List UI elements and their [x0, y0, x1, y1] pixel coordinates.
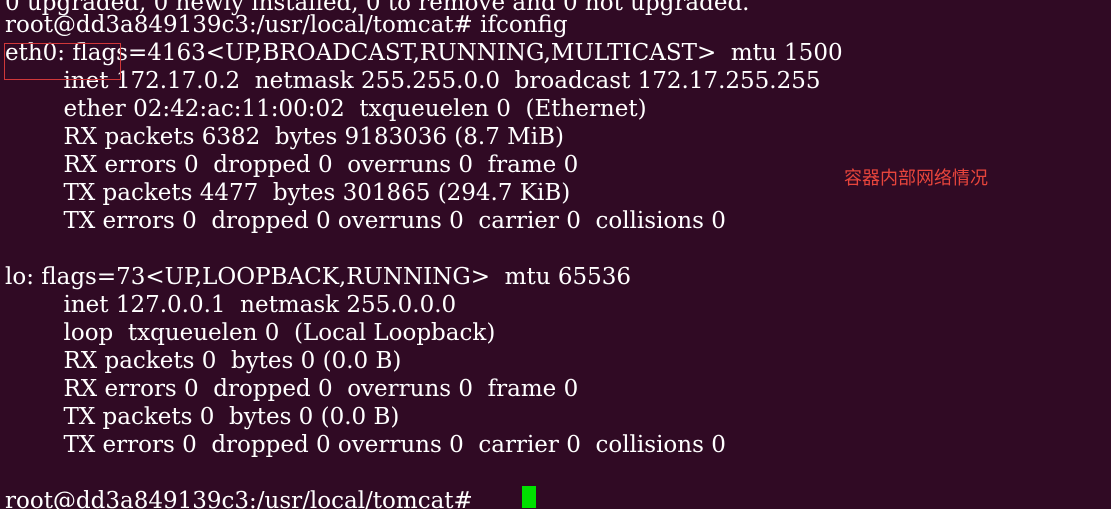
terminal-line-prompt[interactable]: root@dd3a849139c3:/usr/local/tomcat#: [5, 487, 480, 509]
terminal-line-prompt-ifconfig: root@dd3a849139c3:/usr/local/tomcat# ifc…: [5, 12, 568, 38]
terminal-line-lo-rx-packets: RX packets 0 bytes 0 (0.0 B): [5, 348, 402, 374]
terminal-line-eth0-rx-errors: RX errors 0 dropped 0 overruns 0 frame 0: [5, 152, 579, 178]
terminal-line-eth0-flags: eth0: flags=4163<UP,BROADCAST,RUNNING,MU…: [5, 40, 843, 66]
eth0-highlight-box: [4, 43, 121, 80]
terminal-line-lo-flags: lo: flags=73<UP,LOOPBACK,RUNNING> mtu 65…: [5, 264, 631, 290]
terminal-cursor[interactable]: [522, 486, 536, 508]
terminal-line-eth0-rx-packets: RX packets 6382 bytes 9183036 (8.7 MiB): [5, 124, 564, 150]
terminal-line-eth0-tx-errors: TX errors 0 dropped 0 overruns 0 carrier…: [5, 208, 726, 234]
terminal-line-eth0-ether: ether 02:42:ac:11:00:02 txqueuelen 0 (Et…: [5, 96, 647, 122]
terminal-line-lo-tx-packets: TX packets 0 bytes 0 (0.0 B): [5, 404, 400, 430]
terminal-line-lo-rx-errors: RX errors 0 dropped 0 overruns 0 frame 0: [5, 376, 579, 402]
terminal-line-lo-inet: inet 127.0.0.1 netmask 255.0.0.0: [5, 292, 457, 318]
annotation-label: 容器内部网络情况: [844, 168, 988, 189]
terminal-line-eth0-inet: inet 172.17.0.2 netmask 255.255.0.0 broa…: [5, 68, 821, 94]
terminal-line-lo-loop: loop txqueuelen 0 (Local Loopback): [5, 320, 496, 346]
terminal-line-lo-tx-errors: TX errors 0 dropped 0 overruns 0 carrier…: [5, 432, 726, 458]
terminal-line-eth0-tx-packets: TX packets 4477 bytes 301865 (294.7 KiB): [5, 180, 571, 206]
terminal-window[interactable]: 0 upgraded, 0 newly installed, 0 to remo…: [0, 0, 1111, 509]
